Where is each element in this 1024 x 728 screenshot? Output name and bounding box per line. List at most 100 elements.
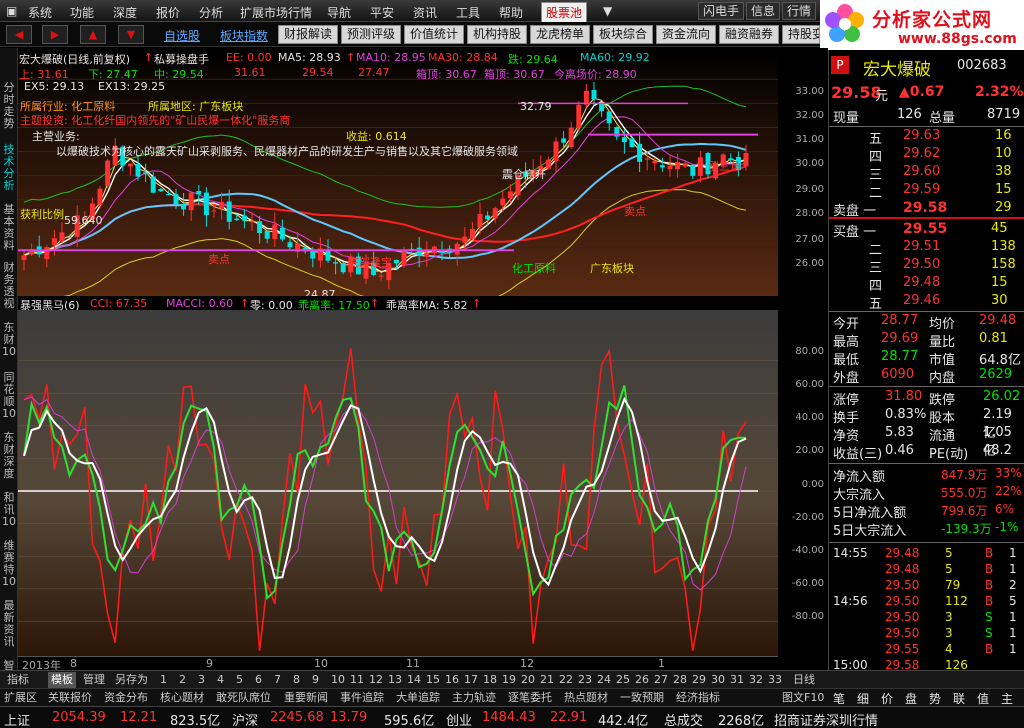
tab-technical-analysis[interactable]: 技术分析 (1, 144, 17, 192)
tab-institution-holding[interactable]: 机构持股 (467, 25, 528, 44)
template-number-tab[interactable]: 7 (274, 672, 281, 687)
menu-info[interactable]: 资讯 (413, 4, 437, 21)
menu-extended-market[interactable]: 扩展市场行情 (240, 4, 312, 21)
up-arrow-button[interactable]: ▲ (80, 25, 106, 44)
indicator-chart-svg[interactable] (18, 310, 778, 656)
template-number-tab[interactable]: 31 (730, 672, 744, 687)
tab-indicator[interactable]: 指标 (4, 672, 32, 688)
tab-weisaite10[interactable]: 维赛特10 (1, 540, 17, 588)
indicator-chart-panel[interactable] (18, 310, 778, 656)
menu-dropdown-icon[interactable]: ▼ (603, 4, 612, 18)
template-number-tab[interactable]: 13 (388, 672, 402, 687)
tab-core-theme[interactable]: 核心题材 (160, 690, 204, 705)
daily-period-label[interactable]: 日线 (790, 672, 818, 688)
tab-forecast-rating[interactable]: 预测评级 (341, 25, 402, 44)
tab-margin-trading[interactable]: 融资融券 (719, 25, 780, 44)
template-number-tab[interactable]: 2 (179, 672, 186, 687)
tab-dongcai10[interactable]: 东财10 (1, 322, 17, 358)
kline-chart-panel[interactable]: 宏大爆破(日线,前复权) ↑ 私募操盘手 EE: 0.00 MA5: 28.93… (18, 48, 778, 301)
template-number-tab[interactable]: 20 (521, 672, 535, 687)
tab-capital-distribution[interactable]: 资金分布 (104, 690, 148, 705)
tab-sector-overview[interactable]: 板块综合 (593, 25, 654, 44)
tab-hexun10[interactable]: 和讯10 (1, 492, 17, 528)
tick-tab[interactable]: 势 (929, 690, 941, 707)
template-number-tab[interactable]: 8 (293, 672, 300, 687)
template-number-tab[interactable]: 27 (654, 672, 668, 687)
template-number-tab[interactable]: 25 (616, 672, 630, 687)
tab-financial-view[interactable]: 财务透视 (1, 262, 17, 310)
tab-intraday[interactable]: 分时走势 (1, 82, 17, 130)
tab-value-stats[interactable]: 价值统计 (404, 25, 465, 44)
tab-big-order[interactable]: 大单追踪 (396, 690, 440, 705)
template-number-tab[interactable]: 16 (445, 672, 459, 687)
template-number-tab[interactable]: 19 (502, 672, 516, 687)
template-number-tab[interactable]: 6 (255, 672, 262, 687)
template-number-tab[interactable]: 9 (312, 672, 319, 687)
tab-important-news[interactable]: 重要新闻 (284, 690, 328, 705)
template-number-tab[interactable]: 15 (426, 672, 440, 687)
sector-index-link[interactable]: 板块指数 (220, 27, 268, 44)
tick-tab[interactable]: 联 (953, 690, 965, 707)
template-number-tab[interactable]: 29 (692, 672, 706, 687)
template-number-tab[interactable]: 17 (464, 672, 478, 687)
info-button[interactable]: 信息 (746, 2, 781, 20)
tab-shareholding[interactable]: 持股变 (782, 25, 820, 44)
next-arrow-button[interactable]: ▶ (42, 25, 68, 44)
tab-tonghuashun10[interactable]: 同花顺10 (1, 372, 17, 420)
tab-hot-theme[interactable]: 热点题材 (564, 690, 608, 705)
template-number-tab[interactable]: 23 (578, 672, 592, 687)
template-number-tab[interactable]: 24 (597, 672, 611, 687)
tab-extension[interactable]: 扩展区 (4, 690, 37, 705)
menu-pingan[interactable]: 平安 (370, 4, 394, 21)
down-arrow-button[interactable]: ▼ (118, 25, 144, 44)
menu-tools[interactable]: 工具 (456, 4, 480, 21)
watchlist-link[interactable]: 自选股 (164, 27, 200, 44)
tick-tab[interactable]: 笔 (833, 690, 845, 707)
template-number-tab[interactable]: 30 (711, 672, 725, 687)
tab-capital-flow[interactable]: 资金流向 (656, 25, 717, 44)
template-number-tab[interactable]: 28 (673, 672, 687, 687)
tab-dongcai-depth[interactable]: 东财深度 (1, 432, 17, 480)
tab-economic-indicator[interactable]: 经济指标 (676, 690, 720, 705)
tab-financial-report[interactable]: 财报解读 (278, 25, 339, 44)
menu-function[interactable]: 功能 (70, 4, 94, 21)
system-icon[interactable]: ▣ (6, 4, 17, 18)
menu-help[interactable]: 帮助 (499, 4, 523, 21)
template-number-tab[interactable]: 18 (483, 672, 497, 687)
tick-tab[interactable]: 细 (857, 690, 869, 707)
stock-pool-button[interactable]: 股票池 (541, 2, 588, 23)
tab-manage[interactable]: 管理 (80, 672, 108, 688)
tab-save-as[interactable]: 另存为 (112, 672, 151, 688)
lightning-button[interactable]: 闪电手 (698, 2, 745, 20)
tab-dare-to-die-seat[interactable]: 敢死队席位 (216, 690, 271, 705)
tab-tick-order[interactable]: 逐笔委托 (508, 690, 552, 705)
tab-event-tracking[interactable]: 事件追踪 (340, 690, 384, 705)
menu-system[interactable]: 系统 (28, 4, 52, 21)
tick-tab[interactable]: 盘 (905, 690, 917, 707)
template-number-tab[interactable]: 5 (236, 672, 243, 687)
tab-template[interactable]: 模板 (48, 672, 76, 688)
template-number-tab[interactable]: 4 (217, 672, 224, 687)
menu-depth[interactable]: 深度 (113, 4, 137, 21)
template-number-tab[interactable]: 3 (198, 672, 205, 687)
template-number-tab[interactable]: 33 (768, 672, 782, 687)
prev-arrow-button[interactable]: ◀ (6, 25, 32, 44)
template-number-tab[interactable]: 22 (559, 672, 573, 687)
tab-main-force[interactable]: 主力轨迹 (452, 690, 496, 705)
tab-consensus[interactable]: 一致预期 (620, 690, 664, 705)
template-number-tab[interactable]: 10 (331, 672, 345, 687)
tab-latest-news[interactable]: 最新资讯 (1, 600, 17, 648)
menu-quote[interactable]: 报价 (156, 4, 180, 21)
tick-tab[interactable]: 值 (977, 690, 989, 707)
tab-related-quote[interactable]: 关联报价 (48, 690, 92, 705)
menu-analysis[interactable]: 分析 (199, 4, 223, 21)
template-number-tab[interactable]: 11 (350, 672, 364, 687)
template-number-tab[interactable]: 14 (407, 672, 421, 687)
template-number-tab[interactable]: 26 (635, 672, 649, 687)
tab-dragon-tiger[interactable]: 龙虎榜单 (530, 25, 591, 44)
template-number-tab[interactable]: 32 (749, 672, 763, 687)
menu-navigation[interactable]: 导航 (327, 4, 351, 21)
tick-tab[interactable]: 价 (881, 690, 893, 707)
f10-button[interactable]: 图文F10 (782, 690, 824, 705)
template-number-tab[interactable]: 21 (540, 672, 554, 687)
